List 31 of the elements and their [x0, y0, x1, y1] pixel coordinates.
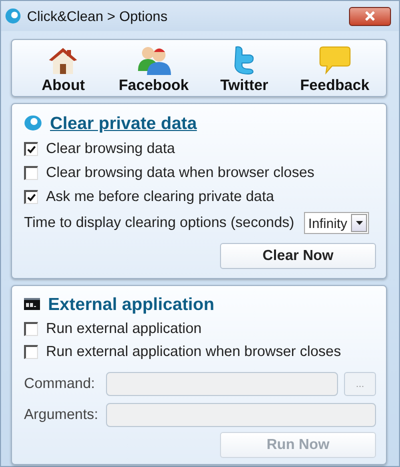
app-logo-icon: [5, 8, 21, 24]
checkbox[interactable]: [24, 166, 38, 180]
checkbox-label: Clear browsing data: [46, 141, 175, 157]
checkbox-label: Clear browsing data when browser closes: [46, 165, 314, 181]
timeout-label: Time to display clearing options (seconds): [24, 215, 294, 231]
toolbar-button[interactable]: Twitter: [209, 45, 280, 94]
people-icon: [136, 45, 171, 75]
command-label: Command:: [24, 376, 96, 392]
section-title-link[interactable]: Clear private data: [50, 112, 197, 134]
close-button[interactable]: [349, 6, 391, 26]
section-title: External application: [48, 294, 214, 315]
toolbar-button[interactable]: About: [28, 47, 98, 94]
timeout-dropdown[interactable]: Infinity: [304, 212, 370, 234]
arguments-label: Arguments:: [24, 406, 100, 423]
app-logo-icon: [24, 114, 42, 132]
clear-now-button[interactable]: Clear Now: [220, 243, 376, 269]
checkbox-label: Run external application: [46, 321, 202, 338]
checkbox-label: Run external application when browser closes: [46, 344, 341, 360]
speech-bubble-icon: [318, 45, 351, 75]
house-icon: [48, 47, 78, 75]
checkbox[interactable]: [24, 190, 38, 204]
dropdown-arrow-icon: [356, 221, 363, 225]
checkbox[interactable]: [24, 142, 38, 156]
checkbox[interactable]: [24, 322, 38, 336]
checkbox-label: Ask me before clearing private data: [46, 189, 274, 205]
window-title: Click&Clean > Options: [27, 8, 168, 24]
toolbar-button[interactable]: Feedback: [300, 45, 370, 94]
toolbar-button[interactable]: Facebook: [118, 45, 189, 94]
checkbox[interactable]: [24, 344, 38, 359]
console-icon: [24, 298, 40, 310]
close-icon: [364, 11, 376, 21]
